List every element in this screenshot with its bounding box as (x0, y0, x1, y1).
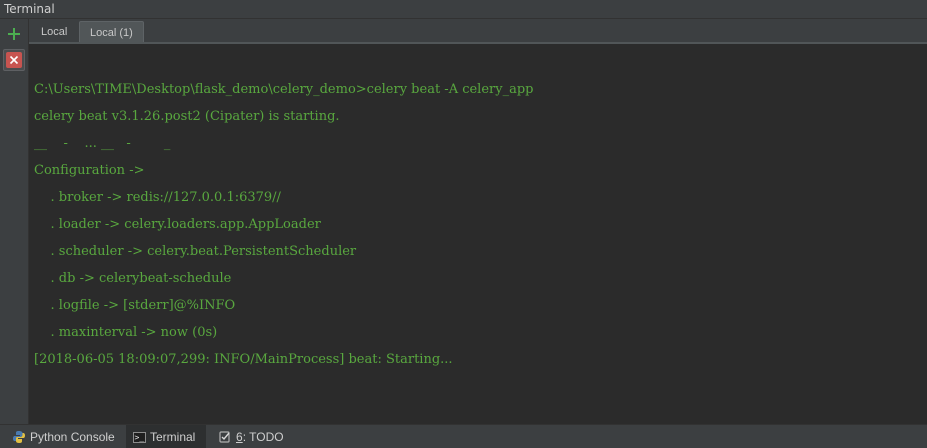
python-icon (12, 430, 26, 444)
todo-icon (218, 430, 232, 444)
terminal-line: celery beat v3.1.26.post2 (Cipater) is s… (34, 109, 340, 124)
python-console-tab[interactable]: Python Console (6, 425, 121, 448)
bottom-tool-window-bar: Python Console >_ Terminal 6: TODO (0, 424, 927, 448)
terminal-line: __ - ... __ - _ (34, 136, 171, 151)
close-session-icon (6, 52, 22, 68)
terminal-line: . broker -> redis://127.0.0.1:6379// (34, 190, 281, 205)
plus-icon (8, 28, 20, 40)
close-session-button[interactable] (3, 49, 25, 71)
new-session-button[interactable] (3, 23, 25, 45)
terminal-line: . scheduler -> celery.beat.PersistentSch… (34, 244, 357, 259)
terminal-icon: >_ (132, 431, 146, 443)
todo-tab[interactable]: 6: TODO (212, 425, 290, 448)
terminal-line: C:\Users\TIME\Desktop\flask_demo\celery_… (34, 82, 534, 97)
terminal-line: . logfile -> [stderr]@%INFO (34, 298, 236, 313)
terminal-tab[interactable]: >_ Terminal (126, 425, 206, 448)
tool-window-title: Terminal (0, 0, 927, 19)
terminal-tab-label: Terminal (150, 430, 196, 444)
tab-local[interactable]: Local (31, 21, 77, 43)
terminal-line: [2018-06-05 18:09:07,299: INFO/MainProce… (34, 352, 453, 367)
terminal-line: Configuration -> (34, 163, 145, 178)
terminal-line: . maxinterval -> now (0s) (34, 325, 218, 340)
todo-shortcut-key: 6 (236, 430, 243, 444)
todo-tab-label: : TODO (242, 430, 284, 444)
terminal-line: . loader -> celery.loaders.app.AppLoader (34, 217, 321, 232)
session-tab-bar: Local Local (1) (29, 19, 927, 44)
tab-underline (29, 42, 927, 44)
terminal-side-toolbar (0, 19, 29, 424)
terminal-line: . db -> celerybeat-schedule (34, 271, 232, 286)
terminal-output[interactable]: C:\Users\TIME\Desktop\flask_demo\celery_… (30, 45, 927, 424)
tab-local-1[interactable]: Local (1) (79, 21, 144, 43)
python-console-label: Python Console (30, 430, 115, 444)
